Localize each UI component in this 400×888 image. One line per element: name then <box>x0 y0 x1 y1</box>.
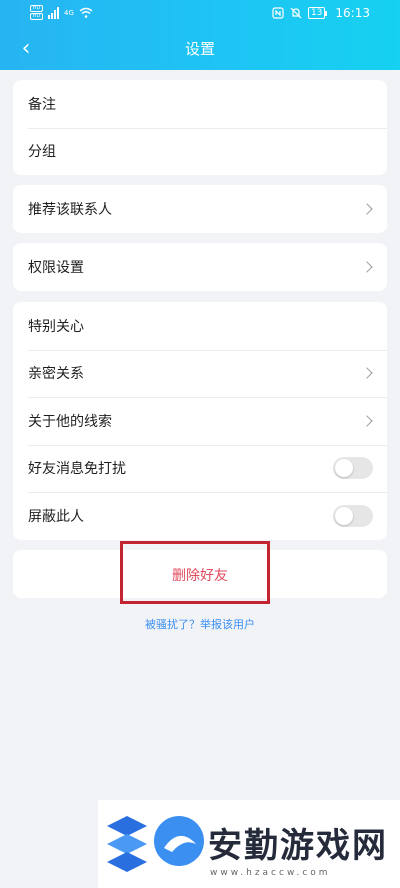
chevron-right-icon <box>361 367 373 379</box>
chevron-right-icon <box>361 203 373 215</box>
row-label: 推荐该联系人 <box>28 202 112 218</box>
toggle-knob <box>335 506 353 525</box>
row-label: 分组 <box>28 144 56 161</box>
row-remark[interactable]: 备注 <box>13 80 387 128</box>
hd-icon: HD HD <box>30 5 43 20</box>
row-label: 屏蔽此人 <box>28 508 84 525</box>
page-title: 设置 <box>184 40 215 58</box>
watermark: 安勤游戏网 www.hzaccw.com <box>98 800 400 888</box>
row-label: 权限设置 <box>28 260 84 276</box>
watermark-logo <box>107 816 147 872</box>
watermark-text: 安勤游戏网 <box>208 826 388 866</box>
settings-card-remark-group: 备注 分组 <box>13 80 387 175</box>
row-label: 关于他的线索 <box>28 413 112 430</box>
row-label: 好友消息免打扰 <box>28 461 126 478</box>
hd-label: HD <box>30 5 43 12</box>
settings-card-relations: 特别关心 亲密关系 关于他的线索 好友消息免打扰 屏蔽此人 <box>13 302 387 540</box>
row-label: 备注 <box>28 96 56 113</box>
clock: 16:13 <box>335 6 370 20</box>
nfc-icon <box>272 7 284 19</box>
row-label: 亲密关系 <box>28 366 84 383</box>
row-permission-settings[interactable]: 权限设置 <box>13 243 387 291</box>
row-label: 特别关心 <box>28 318 84 335</box>
header-bar: HD HD 4G 13 16:13 ‹ 设置 <box>0 0 400 70</box>
watermark-url: www.hzaccw.com <box>210 868 331 878</box>
row-block-user: 屏蔽此人 <box>13 492 387 540</box>
mute-icon <box>290 7 302 19</box>
settings-card-permissions: 权限设置 <box>13 243 387 291</box>
row-intimate-relation[interactable]: 亲密关系 <box>13 349 387 398</box>
wifi-icon <box>79 7 93 18</box>
settings-card-recommend: 推荐该联系人 <box>13 185 387 233</box>
highlight-annotation-box <box>120 541 270 604</box>
watermark-swirl-icon <box>154 816 204 866</box>
chevron-right-icon <box>361 261 373 273</box>
block-user-toggle[interactable] <box>333 504 373 527</box>
row-do-not-disturb: 好友消息免打扰 <box>13 444 387 493</box>
signal-icon <box>48 6 59 19</box>
row-special-care[interactable]: 特别关心 <box>13 302 387 350</box>
do-not-disturb-toggle[interactable] <box>333 457 373 480</box>
row-group[interactable]: 分组 <box>13 127 387 176</box>
row-clues[interactable]: 关于他的线索 <box>13 397 387 445</box>
network-label: 4G <box>64 8 74 17</box>
status-bar: HD HD 4G 13 16:13 <box>0 0 400 28</box>
chevron-right-icon <box>361 415 373 427</box>
toggle-knob <box>335 459 353 478</box>
row-recommend-contact[interactable]: 推荐该联系人 <box>13 185 387 233</box>
battery-indicator: 13 <box>307 7 328 19</box>
nav-bar: ‹ 设置 <box>0 28 400 70</box>
hd-label: HD <box>30 13 43 20</box>
report-user-link[interactable]: 被骚扰了？举报该用户 <box>0 616 400 632</box>
